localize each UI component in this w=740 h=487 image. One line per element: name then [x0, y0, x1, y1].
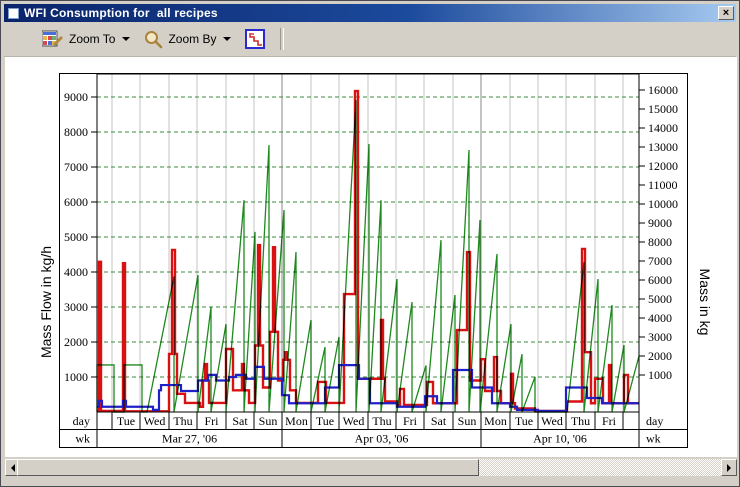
svg-text:Wed: Wed [541, 414, 563, 428]
left-axis-title: Mass Flow in kg/h [38, 246, 54, 358]
window: WFI Consumption for all recipes × Zoom T… [0, 0, 740, 487]
svg-text:Thu: Thu [571, 414, 590, 428]
scroll-left-icon [11, 464, 15, 472]
svg-text:9000: 9000 [648, 216, 672, 230]
right-axis-title: Mass in kg [697, 269, 713, 336]
zoom-by-chevron-down-icon[interactable] [223, 37, 231, 41]
svg-text:7000: 7000 [648, 254, 672, 268]
scroll-right-icon [727, 464, 731, 472]
svg-text:15000: 15000 [648, 102, 678, 116]
scroll-right-button[interactable] [721, 459, 737, 476]
svg-text:9000: 9000 [64, 90, 88, 104]
svg-text:6000: 6000 [64, 195, 88, 209]
close-icon: × [723, 8, 729, 19]
svg-text:2000: 2000 [648, 349, 672, 363]
svg-text:Mon: Mon [285, 414, 308, 428]
svg-text:Apr 10, '06: Apr 10, '06 [533, 432, 587, 446]
svg-text:Wed: Wed [144, 414, 166, 428]
svg-text:Thu: Thu [372, 414, 391, 428]
zoom-by-button[interactable]: Zoom By [139, 27, 236, 51]
svg-text:day: day [73, 414, 90, 428]
svg-text:11000: 11000 [648, 178, 678, 192]
svg-text:Sat: Sat [431, 414, 447, 428]
svg-text:5000: 5000 [648, 292, 672, 306]
horizontal-scrollbar[interactable] [5, 459, 737, 476]
svg-text:2000: 2000 [64, 335, 88, 349]
chart-plot[interactable]: 1000 2000 3000 4000 5000 6000 7000 8000 9000 1000… [60, 74, 687, 447]
svg-text:Fri: Fri [204, 414, 219, 428]
svg-text:Sun: Sun [458, 414, 477, 428]
svg-text:16000: 16000 [648, 83, 678, 97]
svg-text:Fri: Fri [403, 414, 418, 428]
svg-text:3000: 3000 [64, 300, 88, 314]
svg-text:3000: 3000 [648, 330, 672, 344]
svg-text:1000: 1000 [64, 370, 88, 384]
chart-area: Mass Flow in kg/h Mass in kg 1000 2000 300… [5, 57, 737, 457]
svg-text:8000: 8000 [648, 235, 672, 249]
svg-text:wk: wk [75, 432, 90, 446]
svg-text:10000: 10000 [648, 197, 678, 211]
svg-text:wk: wk [646, 432, 661, 446]
zoom-by-label: Zoom By [168, 32, 216, 46]
svg-text:4000: 4000 [64, 265, 88, 279]
svg-text:4000: 4000 [648, 311, 672, 325]
svg-text:day: day [646, 414, 663, 428]
svg-text:Tue: Tue [515, 414, 533, 428]
svg-text:Tue: Tue [316, 414, 334, 428]
svg-text:1000: 1000 [648, 368, 672, 382]
svg-text:5000: 5000 [64, 230, 88, 244]
svg-text:Tue: Tue [117, 414, 135, 428]
toolbar-separator [280, 28, 284, 50]
title-bar[interactable]: WFI Consumption for all recipes × [4, 4, 736, 22]
svg-text:Fri: Fri [602, 414, 617, 428]
step-chart-icon [245, 29, 265, 49]
chart-options-button[interactable] [240, 27, 270, 51]
svg-text:Mon: Mon [484, 414, 507, 428]
zoom-to-label: Zoom To [69, 32, 115, 46]
svg-text:Mar 27, '06: Mar 27, '06 [162, 432, 217, 446]
svg-text:Apr 03, '06: Apr 03, '06 [355, 432, 409, 446]
zoom-to-chevron-down-icon[interactable] [122, 37, 130, 41]
svg-text:13000: 13000 [648, 140, 678, 154]
zoom-by-magnifier-icon [144, 30, 163, 49]
zoom-to-icon [42, 30, 64, 48]
window-title: WFI Consumption for all recipes [24, 6, 718, 20]
svg-text:Thu: Thu [173, 414, 192, 428]
close-button[interactable]: × [718, 6, 734, 20]
svg-text:Wed: Wed [343, 414, 365, 428]
svg-text:Sat: Sat [232, 414, 248, 428]
scrollbar-thumb[interactable] [17, 459, 479, 476]
svg-text:8000: 8000 [64, 125, 88, 139]
svg-text:12000: 12000 [648, 159, 678, 173]
chart-panel: 1000 2000 3000 4000 5000 6000 7000 8000 9000 1000… [59, 73, 688, 448]
svg-text:6000: 6000 [648, 273, 672, 287]
svg-text:14000: 14000 [648, 121, 678, 135]
zoom-to-button[interactable]: Zoom To [37, 27, 135, 51]
svg-text:Sun: Sun [259, 414, 278, 428]
toolbar: Zoom To Zoom By [4, 22, 736, 57]
svg-text:7000: 7000 [64, 160, 88, 174]
app-icon [8, 8, 19, 19]
